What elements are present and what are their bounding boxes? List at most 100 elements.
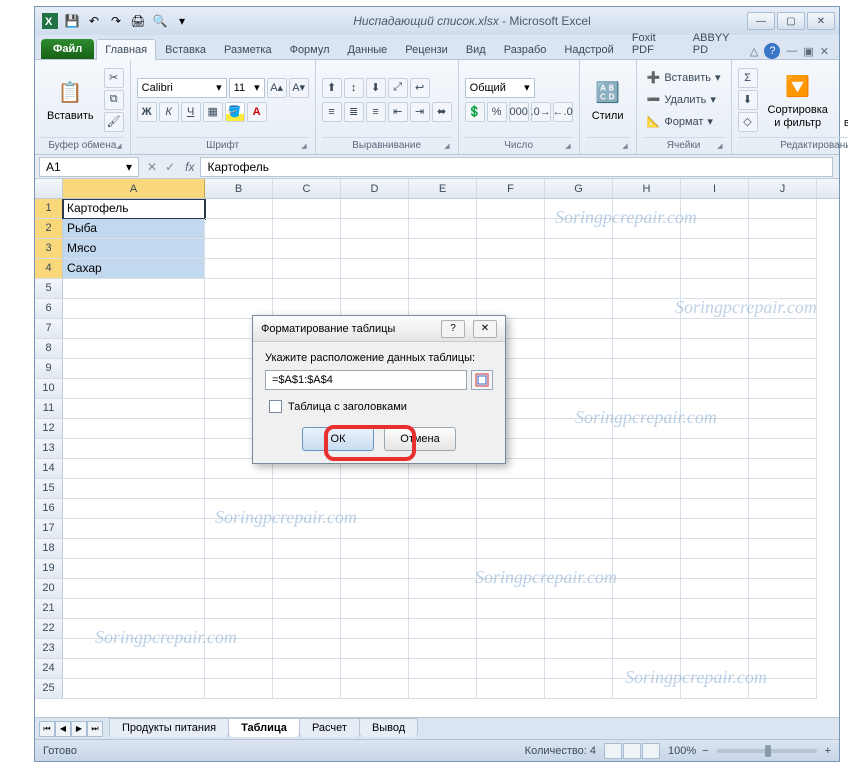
cell[interactable] <box>681 619 749 639</box>
cell[interactable]: Картофель <box>63 199 205 219</box>
print-icon[interactable]: 🖨 <box>129 12 147 30</box>
cancel-button[interactable]: Отмена <box>384 427 456 451</box>
row-header[interactable]: 17 <box>35 519 63 539</box>
cell[interactable] <box>341 479 409 499</box>
tab-insert[interactable]: Вставка <box>156 39 215 60</box>
minimize-button[interactable]: — <box>747 12 775 30</box>
clear-icon[interactable]: ◇ <box>738 112 758 132</box>
cell[interactable] <box>205 279 273 299</box>
cell[interactable] <box>205 479 273 499</box>
cell[interactable] <box>749 519 817 539</box>
fill-icon[interactable]: ⬇ <box>738 90 758 110</box>
tab-view[interactable]: Вид <box>457 39 495 60</box>
select-all-corner[interactable] <box>35 179 63 198</box>
cell[interactable] <box>273 499 341 519</box>
format-painter-icon[interactable]: 🖌 <box>104 112 124 132</box>
cell[interactable] <box>749 479 817 499</box>
copy-icon[interactable]: ⧉ <box>104 90 124 110</box>
align-right-icon[interactable]: ≡ <box>366 102 386 122</box>
align-bottom-icon[interactable]: ⬇ <box>366 78 386 98</box>
cell[interactable] <box>273 619 341 639</box>
col-header-f[interactable]: F <box>477 179 545 198</box>
row-header[interactable]: 8 <box>35 339 63 359</box>
cell[interactable] <box>341 499 409 519</box>
cell[interactable] <box>341 259 409 279</box>
sheet-tab-1[interactable]: Таблица <box>228 718 300 737</box>
cell[interactable] <box>477 599 545 619</box>
cell[interactable] <box>613 619 681 639</box>
cell[interactable] <box>749 619 817 639</box>
cell[interactable] <box>545 419 613 439</box>
cell[interactable] <box>613 279 681 299</box>
cell[interactable] <box>613 339 681 359</box>
cell[interactable] <box>477 619 545 639</box>
cell[interactable] <box>341 639 409 659</box>
cell[interactable] <box>273 579 341 599</box>
cell[interactable] <box>409 279 477 299</box>
row-header[interactable]: 23 <box>35 639 63 659</box>
doc-restore-icon[interactable]: ▣ <box>803 45 813 58</box>
cell[interactable] <box>613 219 681 239</box>
cell[interactable] <box>749 239 817 259</box>
cell[interactable] <box>477 199 545 219</box>
zoom-out-icon[interactable]: − <box>702 745 708 757</box>
cell[interactable] <box>545 399 613 419</box>
underline-icon[interactable]: Ч <box>181 102 201 122</box>
cell[interactable] <box>341 599 409 619</box>
cell[interactable] <box>749 279 817 299</box>
cell[interactable] <box>205 199 273 219</box>
cell[interactable] <box>545 379 613 399</box>
row-header[interactable]: 10 <box>35 379 63 399</box>
cell[interactable] <box>341 659 409 679</box>
col-header-i[interactable]: I <box>681 179 749 198</box>
col-header-e[interactable]: E <box>409 179 477 198</box>
cell[interactable] <box>205 499 273 519</box>
cell[interactable] <box>545 479 613 499</box>
cell[interactable] <box>273 599 341 619</box>
cell[interactable] <box>273 659 341 679</box>
cell[interactable] <box>681 299 749 319</box>
maximize-button[interactable]: ▢ <box>777 12 805 30</box>
view-layout-icon[interactable] <box>623 743 641 759</box>
cell[interactable] <box>681 599 749 619</box>
cell[interactable] <box>63 579 205 599</box>
row-header[interactable]: 22 <box>35 619 63 639</box>
cell[interactable] <box>749 419 817 439</box>
cell[interactable] <box>749 599 817 619</box>
cell[interactable] <box>545 259 613 279</box>
col-header-h[interactable]: H <box>613 179 681 198</box>
cell[interactable] <box>613 519 681 539</box>
find-select-button[interactable]: 🔍 Найти и выделить <box>838 64 848 135</box>
cell[interactable] <box>409 239 477 259</box>
indent-inc-icon[interactable]: ⇥ <box>410 102 430 122</box>
headers-checkbox[interactable] <box>269 400 282 413</box>
cell[interactable] <box>749 379 817 399</box>
cell[interactable] <box>477 499 545 519</box>
cell[interactable] <box>613 439 681 459</box>
sort-filter-button[interactable]: 🔽 Сортировка и фильтр <box>762 64 834 135</box>
cell[interactable] <box>749 359 817 379</box>
delete-cells-button[interactable]: ➖Удалить ▾ <box>643 90 725 110</box>
row-header[interactable]: 14 <box>35 459 63 479</box>
cell[interactable] <box>749 339 817 359</box>
cell[interactable]: Сахар <box>63 259 205 279</box>
tab-developer[interactable]: Разрабо <box>495 39 556 60</box>
sheet-tab-3[interactable]: Вывод <box>359 718 418 737</box>
cell[interactable] <box>273 519 341 539</box>
row-header[interactable]: 18 <box>35 539 63 559</box>
cell[interactable] <box>613 199 681 219</box>
cell[interactable] <box>613 359 681 379</box>
help-icon[interactable]: ? <box>764 43 780 59</box>
cell[interactable] <box>749 459 817 479</box>
preview-icon[interactable]: 🔍 <box>151 12 169 30</box>
cell[interactable] <box>409 499 477 519</box>
cell[interactable] <box>409 519 477 539</box>
cell[interactable] <box>749 659 817 679</box>
cell[interactable] <box>681 419 749 439</box>
undo-icon[interactable]: ↶ <box>85 12 103 30</box>
indent-dec-icon[interactable]: ⇤ <box>388 102 408 122</box>
range-selector-icon[interactable] <box>471 370 493 390</box>
cell[interactable] <box>409 559 477 579</box>
cell[interactable] <box>613 599 681 619</box>
cell[interactable] <box>205 579 273 599</box>
